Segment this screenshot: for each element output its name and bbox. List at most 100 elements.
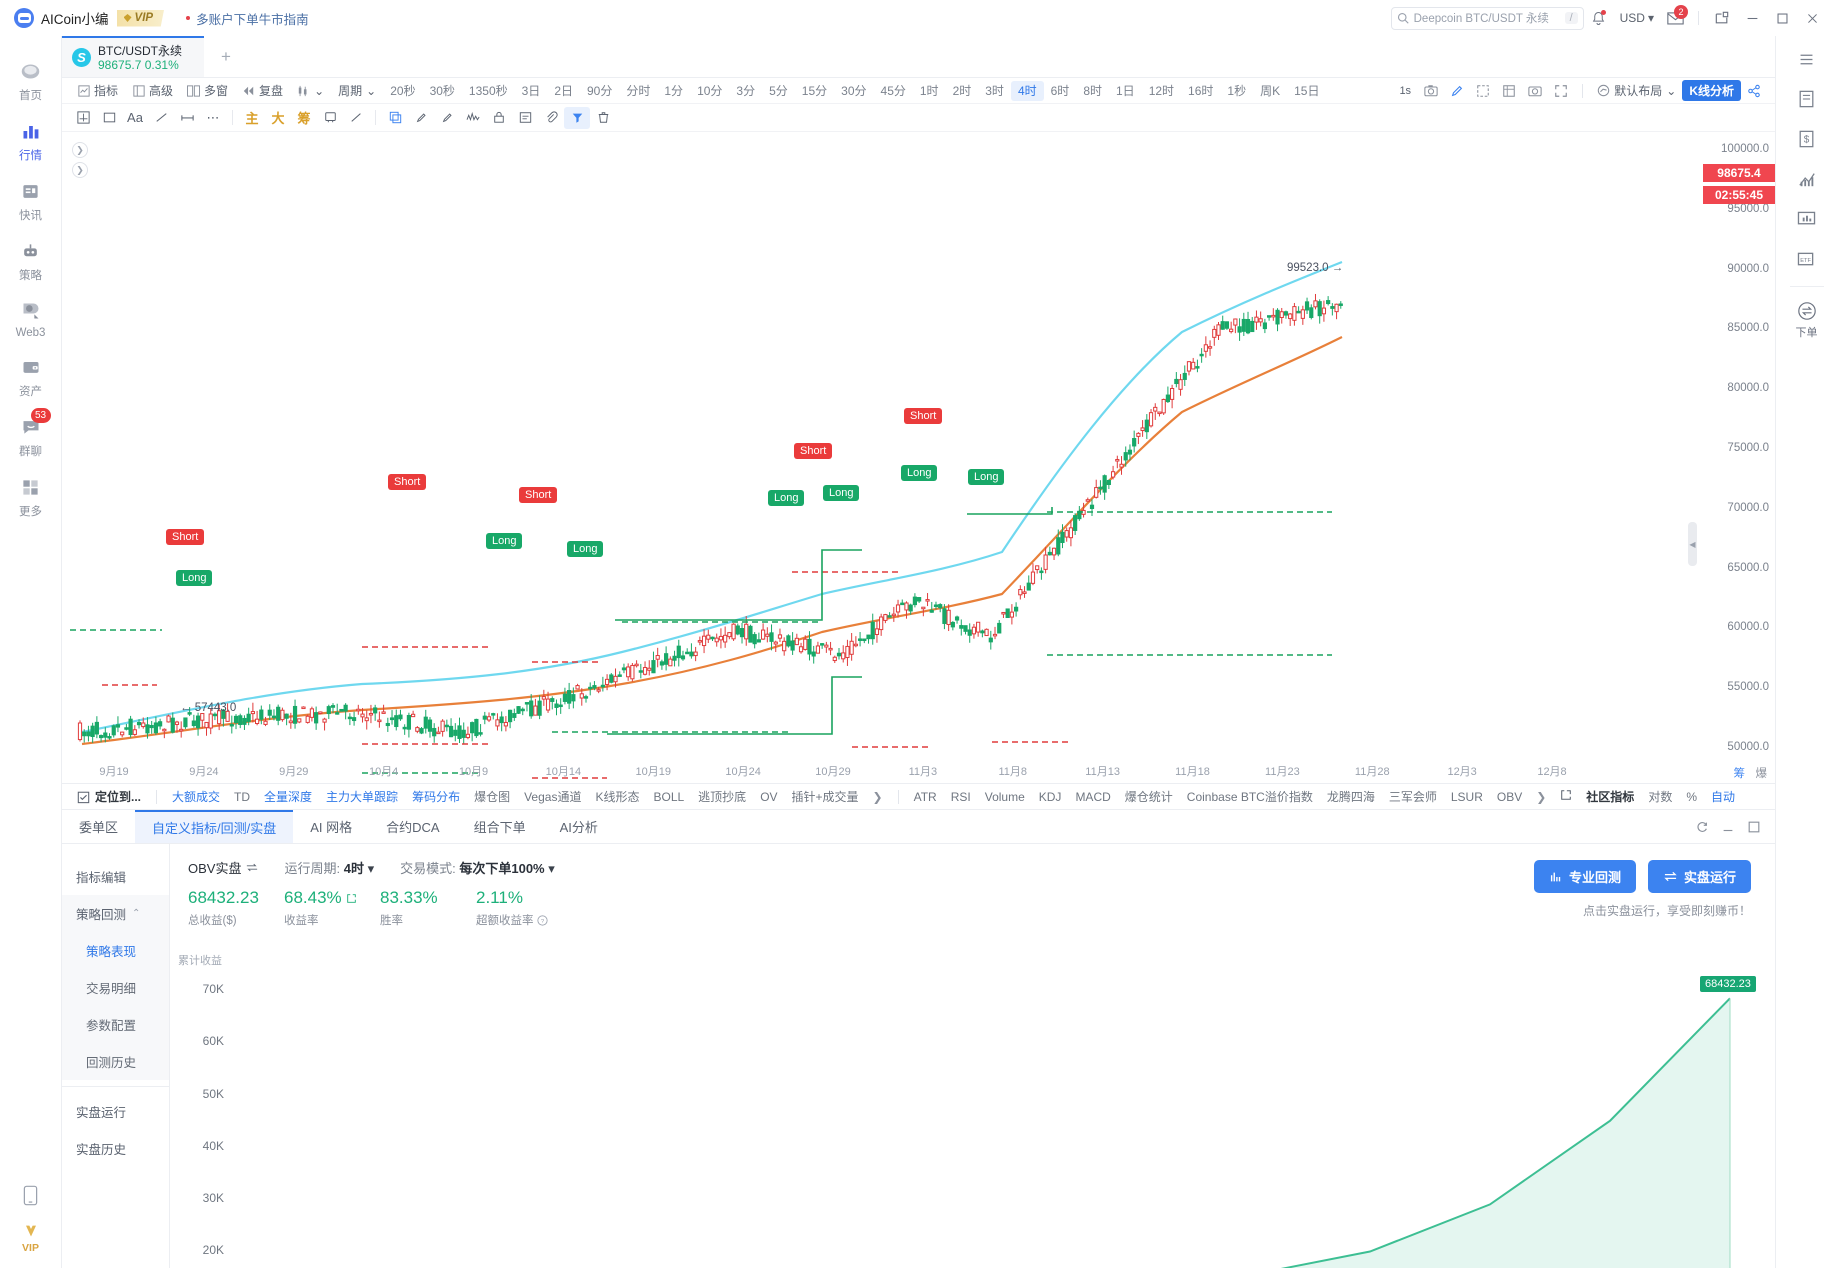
more-tools-icon[interactable]: ⋯ [200,107,226,129]
signal-marker-short[interactable]: Short [519,487,558,503]
indicator-爆仓统计[interactable]: 爆仓统计 [1118,788,1180,805]
period-option-3日[interactable]: 3日 [515,81,548,101]
period-option-1时[interactable]: 1时 [913,81,946,101]
period-option-3时[interactable]: 3时 [978,81,1011,101]
live-run-button[interactable]: 实盘运行 [1647,860,1751,893]
locate-button[interactable]: 定位到... [70,788,148,805]
close-button[interactable] [1797,3,1827,33]
crosshair-measure-icon[interactable] [1470,80,1496,102]
rectangle-tool-icon[interactable] [96,107,122,129]
backtest-nav-策略回测[interactable]: 策略回测 ⌃ [62,895,169,932]
sidebar-item-news[interactable]: 快讯 [0,170,62,230]
indicator-OBV[interactable]: OBV [1490,790,1529,804]
user-avatar-icon[interactable] [14,8,34,28]
refresh-icon[interactable] [1691,816,1713,838]
indicator-Vegas通道[interactable]: Vegas通道 [517,788,588,805]
vip-badge[interactable]: VIP [116,9,165,27]
strategy-name[interactable]: OBV实盘 [188,858,258,877]
external-link-icon[interactable] [1553,789,1579,804]
backtest-nav-实盘历史[interactable]: 实盘历史 [62,1130,169,1167]
refresh-rate[interactable]: 1s [1392,80,1418,102]
indicator-Coinbase BTC溢价指数[interactable]: Coinbase BTC溢价指数 [1180,788,1320,805]
period-option-10分[interactable]: 10分 [690,81,729,101]
pro-backtest-button[interactable]: 专业回测 [1533,860,1636,893]
horizontal-ray-icon[interactable] [174,107,200,129]
brush-icon[interactable] [408,107,434,129]
period-option-1秒[interactable]: 1秒 [1220,81,1253,101]
mail-icon[interactable]: 2 [1660,3,1690,33]
search-input[interactable]: Deepcoin BTC/USDT 永续 / [1390,6,1584,30]
period-option-12时[interactable]: 12时 [1142,81,1181,101]
wave-icon[interactable] [460,107,486,129]
period-option-3分[interactable]: 3分 [729,81,762,101]
signal-marker-long[interactable]: Long [768,490,805,506]
text-tool-icon[interactable]: Aa [122,107,148,129]
period-option-20秒[interactable]: 20秒 [383,81,422,101]
share-icon[interactable] [1741,80,1767,102]
period-option-8时[interactable]: 8时 [1076,81,1109,101]
run-period-selector[interactable]: 运行周期: 4时 ▾ [284,858,374,877]
indicator-next-icon-2[interactable]: ❯ [1529,790,1553,804]
indicator-KDJ[interactable]: KDJ [1032,790,1069,804]
maximize-button[interactable] [1767,3,1797,33]
indicator-龙腾四海[interactable]: 龙腾四海 [1320,788,1382,805]
indicator-K线形态[interactable]: K线形态 [588,788,646,805]
notification-bell-icon[interactable] [1584,3,1614,33]
signal-marker-long[interactable]: Long [176,570,213,586]
period-option-15分[interactable]: 15分 [795,81,834,101]
camera-icon[interactable] [1418,80,1444,102]
copy-icon[interactable] [382,107,408,129]
sidebar-vip[interactable]: VIP [21,1223,41,1254]
backtest-nav-参数配置[interactable]: 参数配置 [62,1006,169,1043]
community-indicators[interactable]: 社区指标 [1579,788,1641,805]
mobile-app-icon[interactable] [19,1183,43,1207]
lock-icon[interactable] [486,107,512,129]
bottom-tab-合约DCA[interactable]: 合约DCA [369,810,456,843]
signal-marker-long[interactable]: Long [567,541,604,557]
backtest-nav-指标编辑[interactable]: 指标编辑 [62,858,169,895]
period-option-6时[interactable]: 6时 [1044,81,1077,101]
minimize-button[interactable] [1737,3,1767,33]
signal-marker-long[interactable]: Long [968,469,1005,485]
bottom-tab-自定义指标/回测/实盘[interactable]: 自定义指标/回测/实盘 [135,810,294,843]
signal-marker-long[interactable]: Long [901,465,938,481]
chart-corner-chips[interactable]: 筹 [1734,765,1746,781]
signal-marker-short[interactable]: Short [166,529,205,545]
toolbar-multiwindow[interactable]: 多窗 [180,82,235,99]
log-scale-toggle[interactable]: 对数 [1641,788,1679,805]
indicator-逃顶抄底[interactable]: 逃顶抄底 [691,788,753,805]
percent-scale-toggle[interactable]: % [1679,790,1704,804]
bottom-tab-组合下单[interactable]: 组合下单 [457,810,543,843]
toolbar-indicator[interactable]: 指标 [70,82,125,99]
sidebar-item-more[interactable]: 更多 [0,466,62,526]
help-circle-icon[interactable]: ? [536,914,548,926]
toolbar-advanced[interactable]: 高级 [125,82,180,99]
attachment-icon[interactable] [538,107,564,129]
indicator-Volume[interactable]: Volume [978,790,1032,804]
period-option-1日[interactable]: 1日 [1109,81,1142,101]
period-option-15日[interactable]: 15日 [1287,81,1326,101]
document-icon[interactable] [1794,86,1820,112]
period-option-1350秒[interactable]: 1350秒 [462,81,515,101]
period-option-4时[interactable]: 4时 [1010,80,1044,101]
sidebar-item-web3[interactable]: Web3 [0,290,62,346]
indicator-三军会师[interactable]: 三军会师 [1382,788,1444,805]
period-option-2日[interactable]: 2日 [547,81,580,101]
indicator-ATR[interactable]: ATR [907,790,944,804]
sidebar-item-markets[interactable]: 行情 [0,110,62,170]
period-option-16时[interactable]: 16时 [1181,81,1220,101]
large-order-tool[interactable]: 大 [265,107,291,129]
trade-mode-selector[interactable]: 交易模式: 每次下单100% ▾ [400,858,555,877]
indicator-BOLL[interactable]: BOLL [646,790,691,804]
period-option-30分[interactable]: 30分 [834,81,873,101]
period-option-30秒[interactable]: 30秒 [423,81,462,101]
minimize-panel-icon[interactable] [1717,816,1739,838]
symbol-tab-btcusdt[interactable]: S BTC/USDT永续 98675.7 0.31% [62,36,204,77]
add-tab-button[interactable]: + [204,36,248,77]
indicator-大额成交[interactable]: 大额成交 [165,788,227,805]
backtest-nav-实盘运行[interactable]: 实盘运行 [62,1093,169,1130]
main-force-tool[interactable]: 主 [239,107,265,129]
auto-scale-toggle[interactable]: 自动 [1704,788,1742,805]
toolbar-chart-type[interactable]: ⌄ [290,84,331,98]
period-option-90分[interactable]: 90分 [580,81,619,101]
